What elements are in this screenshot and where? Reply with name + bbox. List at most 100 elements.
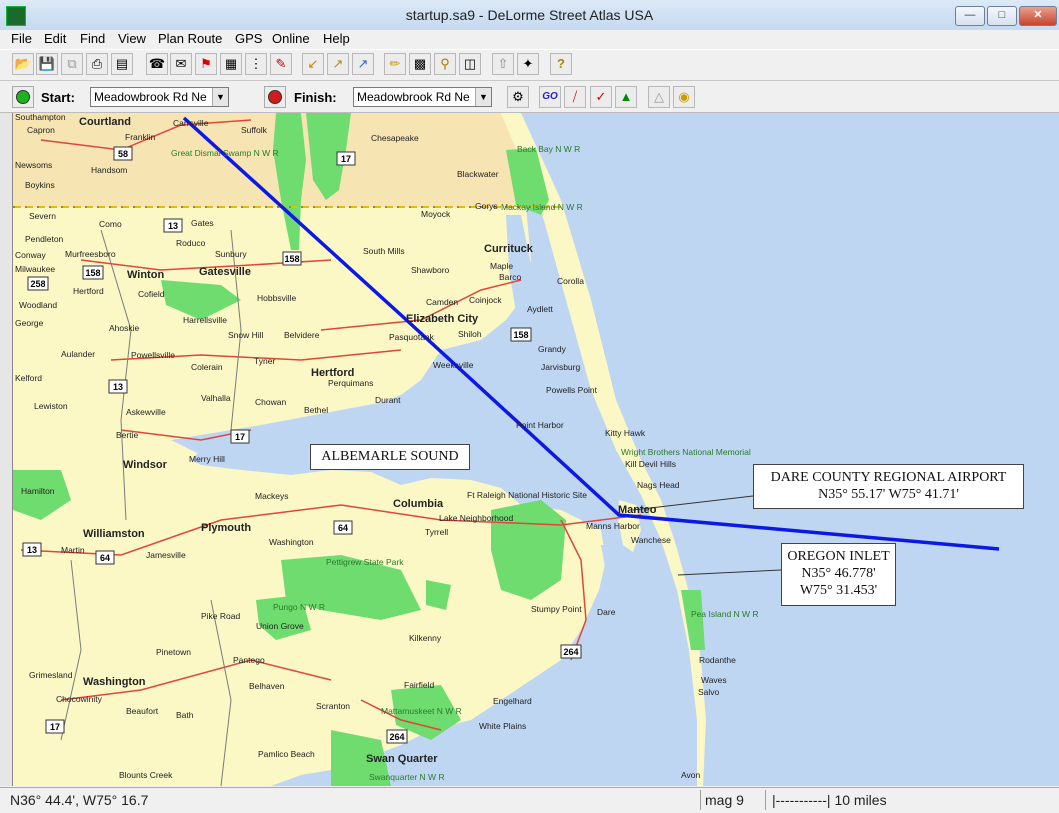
envelope-icon[interactable]: ✉ xyxy=(170,53,192,75)
minimize-button[interactable]: — xyxy=(955,6,985,26)
albemarle-sound-callout: ALBEMARLE SOUND xyxy=(310,444,470,470)
map-canvas[interactable]: 58 17 13 158 158 258 13 158 17 13 64 64 … xyxy=(13,113,1059,786)
svg-text:64: 64 xyxy=(100,553,110,563)
svg-text:258: 258 xyxy=(30,279,45,289)
place-label: Scranton xyxy=(316,701,350,711)
place-label: Avon xyxy=(681,770,700,780)
calendar-icon[interactable]: ▦ xyxy=(220,53,242,75)
place-label: Bertie xyxy=(116,430,138,440)
chevron-down-icon[interactable]: ▼ xyxy=(212,88,228,106)
highway-shield: 64 xyxy=(95,550,115,565)
start-combo[interactable]: Meadowbrook Rd Ne ▼ xyxy=(90,87,229,107)
place-label: Gates xyxy=(191,218,214,228)
maximize-button[interactable]: □ xyxy=(987,6,1017,26)
callout-coords: N35° 55.17' W75° 41.71' xyxy=(818,487,959,502)
draw-tool-icon[interactable]: ✎ xyxy=(270,53,292,75)
place-label: Kill Devil Hills xyxy=(625,459,676,469)
svg-text:17: 17 xyxy=(341,154,351,164)
close-button[interactable]: ✕ xyxy=(1019,6,1057,26)
highway-shield: 17 xyxy=(45,719,65,734)
menu-view[interactable]: View xyxy=(118,31,146,46)
upload-icon[interactable]: ⇧ xyxy=(492,53,514,75)
center-arrow-icon[interactable]: ↗ xyxy=(352,53,374,75)
callout-label: DARE COUNTY REGIONAL AIRPORT xyxy=(770,470,1007,485)
menu-online[interactable]: Online xyxy=(272,31,310,46)
grid-tool-icon[interactable]: ⋮ xyxy=(245,53,267,75)
place-label: Swan Quarter xyxy=(366,753,438,765)
left-panel-strip xyxy=(0,113,12,786)
svg-text:17: 17 xyxy=(235,432,245,442)
place-label: Washington xyxy=(83,676,146,688)
magnification-level: mag 9 xyxy=(705,792,744,808)
finish-button[interactable] xyxy=(264,86,286,108)
place-label: Williamston xyxy=(83,528,145,540)
place-label: Currituck xyxy=(484,243,534,255)
place-label: Ahoskie xyxy=(109,323,140,333)
help-icon[interactable]: ? xyxy=(550,53,572,75)
flag-icon[interactable]: ⚑ xyxy=(195,53,217,75)
airport-callout: DARE COUNTY REGIONAL AIRPORT N35° 55.17'… xyxy=(753,464,1024,509)
place-label: Hamilton xyxy=(21,486,55,496)
place-label: Lake Neighborhood xyxy=(439,513,513,523)
place-label: Great Dismal Swamp N W R xyxy=(171,148,279,158)
chevron-down-icon[interactable]: ▼ xyxy=(475,88,491,106)
place-label: Ft Raleigh National Historic Site xyxy=(467,490,587,500)
place-label: Chesapeake xyxy=(371,133,419,143)
zoom-arrow-icon[interactable]: ↗ xyxy=(327,53,349,75)
svg-text:13: 13 xyxy=(168,221,178,231)
svg-text:13: 13 xyxy=(27,545,37,555)
key-icon[interactable]: ⚲ xyxy=(434,53,456,75)
highway-shield: 13 xyxy=(108,379,128,394)
route-bar: Start: Meadowbrook Rd Ne ▼ Finish: Meado… xyxy=(0,82,1059,113)
circle-target-icon[interactable]: ◉ xyxy=(673,86,695,108)
place-label: Southampton xyxy=(15,113,66,122)
place-label: Bath xyxy=(176,710,194,720)
place-label: Dare xyxy=(597,607,616,617)
place-label: Kilkenny xyxy=(409,633,442,643)
map-view[interactable]: 58 17 13 158 158 258 13 158 17 13 64 64 … xyxy=(12,113,1059,786)
start-button[interactable] xyxy=(12,86,34,108)
panel-icon[interactable]: ◫ xyxy=(459,53,481,75)
copy-icon[interactable]: ⧉ xyxy=(61,53,83,75)
map-image-icon[interactable]: ▩ xyxy=(409,53,431,75)
pencil-icon[interactable]: ✏ xyxy=(384,53,406,75)
print-icon[interactable]: ⎙ xyxy=(86,53,108,75)
place-label: Gorys xyxy=(475,201,498,211)
place-label: Murfreesboro xyxy=(65,249,116,259)
find-route-icon[interactable]: ⚙ xyxy=(507,86,529,108)
gps-satellite-icon[interactable]: ✦ xyxy=(517,53,539,75)
phone-icon[interactable]: ☎ xyxy=(146,53,168,75)
open-folder-icon[interactable]: 📂 xyxy=(12,53,34,75)
place-label: Beaufort xyxy=(126,706,159,716)
menu-file[interactable]: File xyxy=(11,31,32,46)
main-toolbar: 📂 💾 ⧉ ⎙ ▤ ☎ ✉ ⚑ ▦ ⋮ ✎ ↙ ↗ ↗ ✏ ▩ ⚲ ◫ ⇧ ✦ … xyxy=(0,49,1059,81)
place-label: Bethel xyxy=(304,405,328,415)
place-label: Barco xyxy=(499,272,521,282)
menu-edit[interactable]: Edit xyxy=(44,31,66,46)
place-label: Kitty Hawk xyxy=(605,428,646,438)
place-label: Tyrrell xyxy=(425,527,448,537)
place-label: Mattamuskeet N W R xyxy=(381,706,462,716)
place-label: Pamlico Beach xyxy=(258,749,315,759)
check-icon[interactable]: ✓ xyxy=(590,86,612,108)
finish-combo[interactable]: Meadowbrook Rd Ne ▼ xyxy=(353,87,492,107)
draw-route-icon[interactable]: ⧸ xyxy=(564,86,586,108)
place-label: Moyock xyxy=(421,209,451,219)
menu-gps[interactable]: GPS xyxy=(235,31,262,46)
place-label: Newsoms xyxy=(15,160,52,170)
go-icon[interactable]: GO xyxy=(539,86,561,108)
road-icon[interactable]: △ xyxy=(648,86,670,108)
highway-shield: 58 xyxy=(113,146,133,161)
place-label: Nags Head xyxy=(637,480,680,490)
place-label: Pungo N W R xyxy=(273,602,325,612)
pan-arrow-icon[interactable]: ↙ xyxy=(302,53,324,75)
terrain-icon[interactable]: ▲ xyxy=(615,86,637,108)
callout-label: ALBEMARLE SOUND xyxy=(321,449,459,464)
save-icon[interactable]: 💾 xyxy=(36,53,58,75)
menu-help[interactable]: Help xyxy=(323,31,350,46)
place-label: Lewiston xyxy=(34,401,68,411)
menu-plan-route[interactable]: Plan Route xyxy=(158,31,222,46)
clipboard-icon[interactable]: ▤ xyxy=(111,53,133,75)
menu-find[interactable]: Find xyxy=(80,31,105,46)
place-label: Pinetown xyxy=(156,647,191,657)
